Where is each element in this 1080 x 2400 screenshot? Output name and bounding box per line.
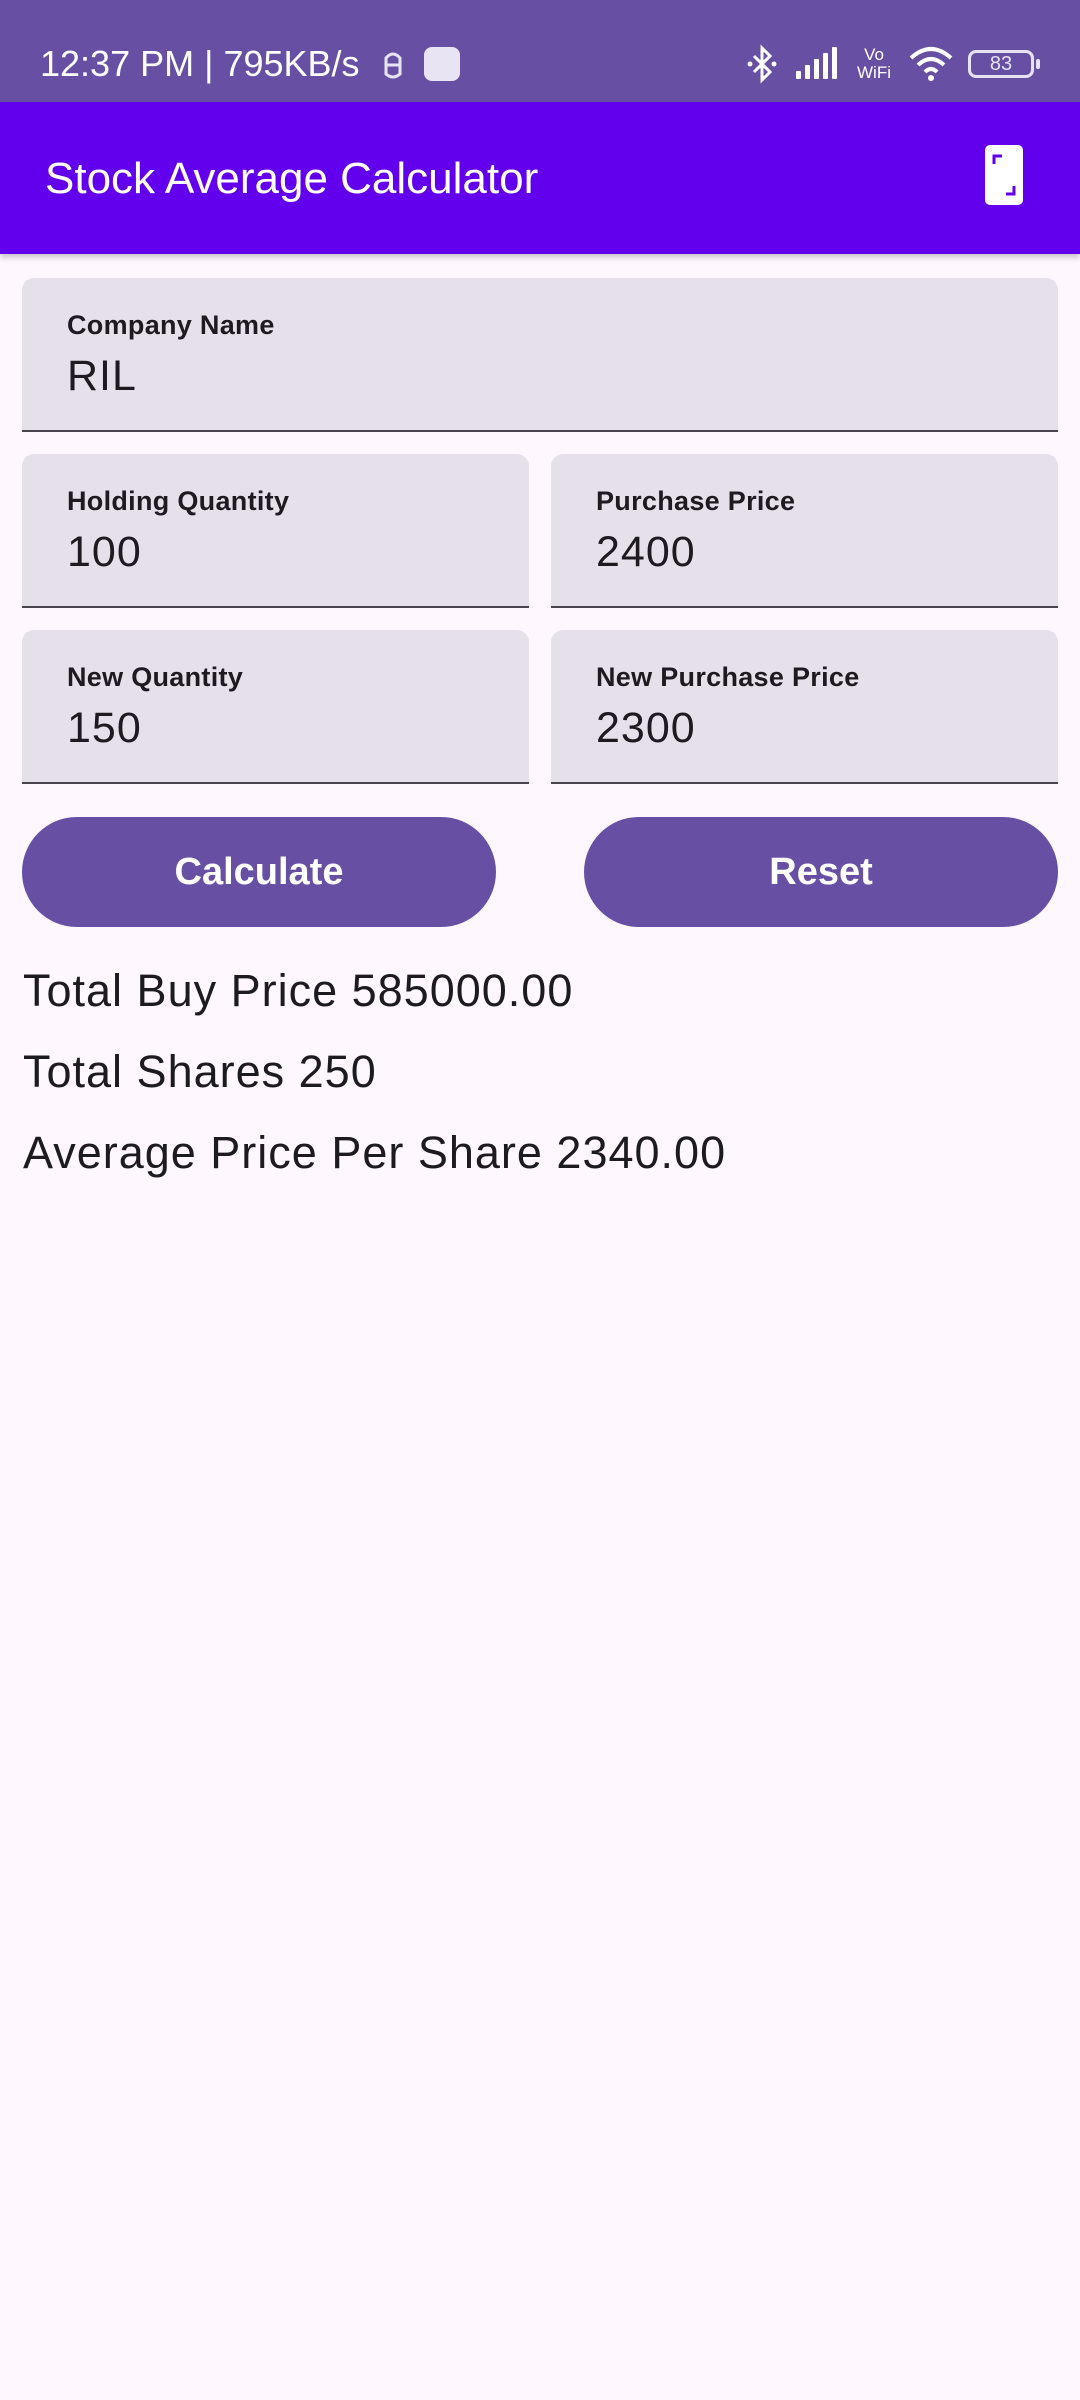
new-purchase-price-value[interactable]: 2300 <box>596 702 696 754</box>
screen-icon <box>985 145 1023 205</box>
purchase-price-label: Purchase Price <box>596 486 796 516</box>
new-purchase-price-field[interactable]: New Purchase Price 2300 <box>551 630 1058 784</box>
average-price-text: Average Price Per Share 2340.00 <box>23 1127 727 1178</box>
total-buy-price-text: Total Buy Price 585000.00 <box>23 965 574 1016</box>
company-name-value[interactable]: RIL <box>67 350 137 402</box>
app-bar: Stock Average Calculator <box>0 102 1080 254</box>
status-bar: 12:37 PM | 795KB/s Vo WiFi 83 <box>0 0 1080 102</box>
new-quantity-field[interactable]: New Quantity 150 <box>22 630 529 784</box>
new-purchase-price-label: New Purchase Price <box>596 662 860 692</box>
signal-icon <box>796 47 837 79</box>
vowifi-top-label: Vo <box>864 45 884 64</box>
holding-quantity-value[interactable]: 100 <box>67 526 142 578</box>
battery-icon: 83 <box>968 50 1040 78</box>
new-quantity-value[interactable]: 150 <box>67 702 142 754</box>
notification-icon <box>384 52 402 79</box>
screen-action-button[interactable] <box>984 144 1024 206</box>
total-shares-text: Total Shares 250 <box>23 1046 377 1097</box>
purchase-price-value[interactable]: 2400 <box>596 526 696 578</box>
vowifi-icon: Vo WiFi <box>854 46 894 82</box>
battery-level: 83 <box>989 53 1013 75</box>
reset-button[interactable]: Reset <box>584 817 1058 927</box>
new-quantity-label: New Quantity <box>67 662 244 692</box>
company-name-label: Company Name <box>67 310 275 340</box>
wifi-icon <box>909 47 953 81</box>
bluetooth-icon <box>747 44 777 84</box>
status-icons: Vo WiFi 83 <box>730 40 1040 88</box>
calculate-button[interactable]: Calculate <box>22 817 496 927</box>
app-icon <box>424 47 460 81</box>
holding-quantity-label: Holding Quantity <box>67 486 290 516</box>
company-name-field[interactable]: Company Name RIL <box>22 278 1058 432</box>
purchase-price-field[interactable]: Purchase Price 2400 <box>551 454 1058 608</box>
status-time: 12:37 PM | 795KB/s <box>40 43 360 84</box>
vowifi-bottom-label: WiFi <box>857 63 891 82</box>
holding-quantity-field[interactable]: Holding Quantity 100 <box>22 454 529 608</box>
app-title: Stock Average Calculator <box>45 154 539 203</box>
